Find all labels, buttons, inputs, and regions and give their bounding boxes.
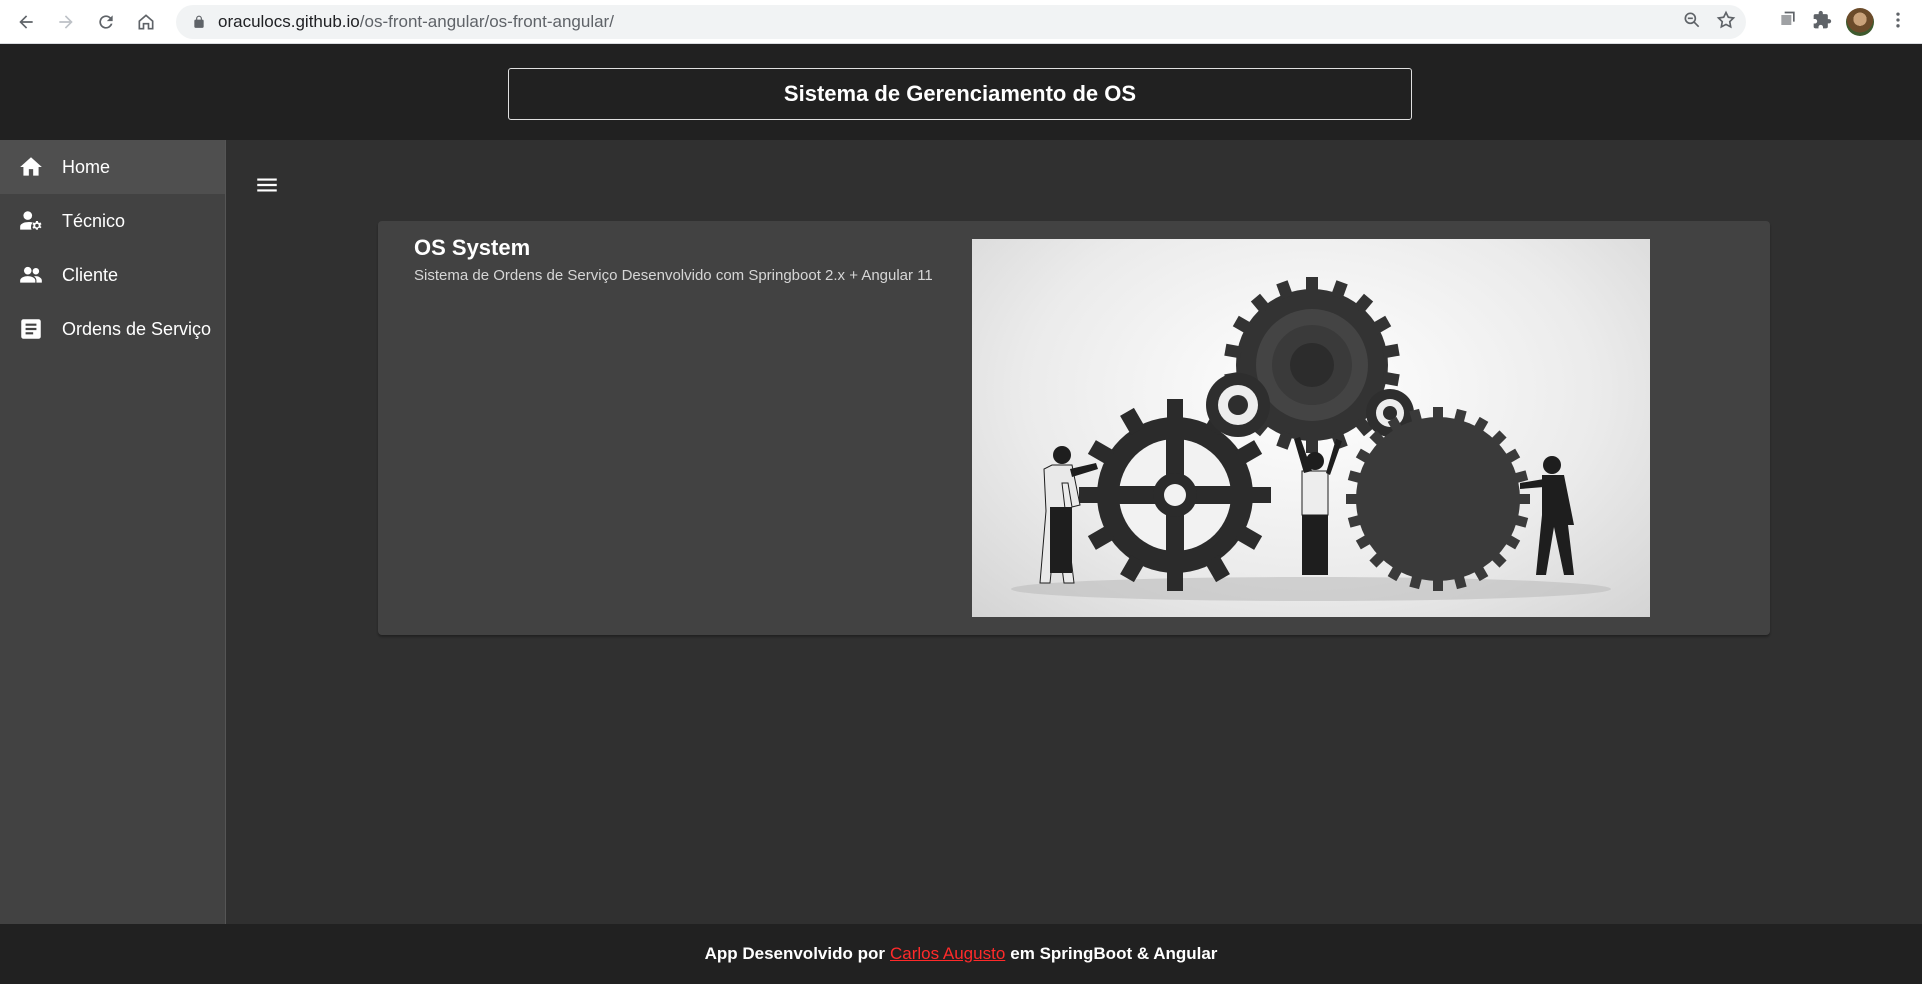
back-icon[interactable] <box>6 2 46 42</box>
people-icon <box>18 262 44 288</box>
menu-icon[interactable] <box>252 170 282 200</box>
address-bar[interactable]: oraculocs.github.io/os-front-angular/os-… <box>176 5 1746 39</box>
extensions-icon[interactable] <box>1812 10 1832 35</box>
sidebar-item-label: Técnico <box>62 210 126 231</box>
card-subtitle: Sistema de Ordens de Serviço Desenvolvid… <box>414 267 933 284</box>
sidebar-item-home[interactable]: Home <box>0 140 225 194</box>
reload-icon[interactable] <box>86 2 126 42</box>
profile-avatar[interactable] <box>1846 8 1874 36</box>
technician-icon <box>18 208 44 234</box>
tab-search-icon[interactable] <box>1778 10 1798 35</box>
home-icon <box>18 154 44 180</box>
more-icon[interactable] <box>1888 10 1908 35</box>
lock-icon[interactable] <box>192 15 206 29</box>
home-icon[interactable] <box>126 2 166 42</box>
home-card: OS System Sistema de Ordens de Serviço D… <box>378 221 1770 635</box>
footer-prefix: App Desenvolvido por <box>704 944 885 963</box>
sidebar-item-tecnico[interactable]: Técnico <box>0 194 225 248</box>
zoom-icon[interactable] <box>1682 10 1702 35</box>
document-icon <box>18 316 44 342</box>
browser-toolbar: oraculocs.github.io/os-front-angular/os-… <box>0 0 1922 44</box>
sidebar-item-label: Home <box>62 156 111 177</box>
footer-suffix: em SpringBoot & Angular <box>1010 944 1218 963</box>
gears-teamwork-image <box>972 239 1650 617</box>
url-text: oraculocs.github.io/os-front-angular/os-… <box>218 12 614 31</box>
sidebar-item-cliente[interactable]: Cliente <box>0 248 225 302</box>
forward-icon[interactable] <box>46 2 86 42</box>
author-link[interactable]: Carlos Augusto <box>890 944 1005 964</box>
card-title: OS System <box>414 235 531 260</box>
sidebar-nav: Home Técnico Cliente Ordens de Serviço <box>0 140 226 924</box>
sidebar-item-label: Ordens de Serviço <box>62 318 212 339</box>
sidebar-item-ordens[interactable]: Ordens de Serviço <box>0 302 225 356</box>
app-header: Sistema de Gerenciamento de OS <box>0 44 1922 140</box>
star-icon[interactable] <box>1716 10 1736 35</box>
app-title: Sistema de Gerenciamento de OS <box>508 68 1412 120</box>
app-footer: App Desenvolvido por Carlos Augusto em S… <box>0 924 1922 984</box>
sidebar-item-label: Cliente <box>62 264 119 285</box>
